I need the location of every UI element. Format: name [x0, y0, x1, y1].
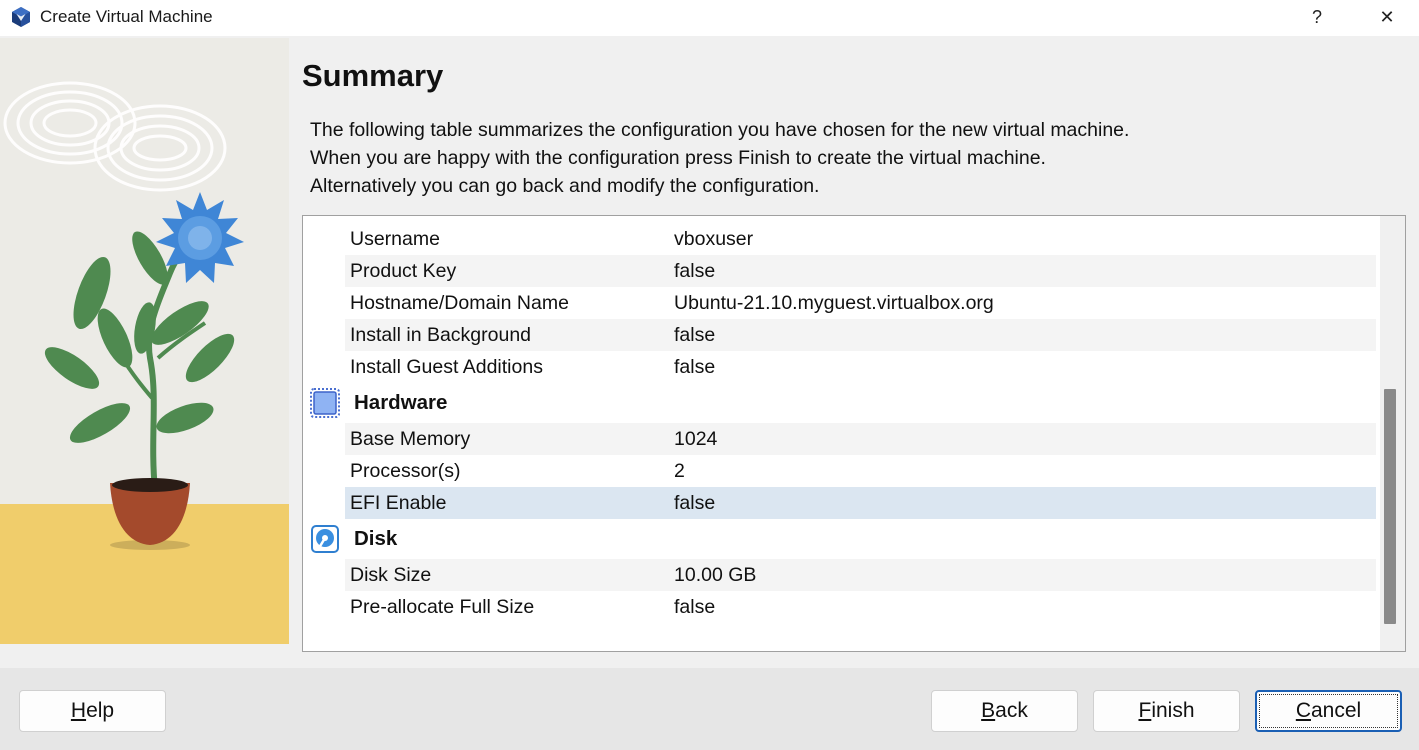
row-value: false: [674, 596, 716, 618]
row-key: Processor(s): [350, 460, 461, 482]
row-key: Hostname/Domain Name: [350, 292, 569, 314]
description-line: When you are happy with the configuratio…: [310, 147, 1046, 169]
description-line: The following table summarizes the confi…: [310, 119, 1130, 141]
row-value: false: [674, 492, 716, 514]
row-key: Install in Background: [350, 324, 532, 346]
hard-disk-icon: [311, 525, 339, 553]
finish-button[interactable]: Finish: [1093, 690, 1240, 732]
chip-icon: [310, 388, 340, 418]
table-row[interactable]: Product Key false: [345, 255, 1376, 287]
button-label-rest: inish: [1151, 699, 1195, 722]
row-key: Pre-allocate Full Size: [350, 596, 535, 618]
table-row[interactable]: Install Guest Additions false: [345, 351, 1376, 383]
back-button[interactable]: Back: [931, 690, 1078, 732]
row-value: false: [674, 356, 716, 378]
section-hardware[interactable]: Hardware: [303, 383, 1376, 423]
wizard-banner-image: [0, 38, 289, 644]
row-value: 2: [674, 460, 685, 482]
title-bar: Create Virtual Machine ? ✕: [0, 0, 1419, 36]
table-row[interactable]: Processor(s) 2: [345, 455, 1376, 487]
table-row[interactable]: Install in Background false: [345, 319, 1376, 351]
scrollbar-thumb[interactable]: [1384, 389, 1396, 624]
section-label: Hardware: [354, 391, 448, 414]
table-row[interactable]: Disk Size 10.00 GB: [345, 559, 1376, 591]
button-label-rest: ancel: [1310, 699, 1362, 722]
context-help-button[interactable]: ?: [1292, 0, 1342, 34]
section-disk[interactable]: Disk: [303, 519, 1376, 559]
mnemonic-letter: C: [1295, 699, 1311, 722]
table-row-selected[interactable]: EFI Enable false: [345, 487, 1376, 519]
row-key: Disk Size: [350, 564, 432, 586]
vertical-scrollbar[interactable]: [1380, 216, 1405, 651]
row-value: vboxuser: [674, 228, 754, 250]
description-line: Alternatively you can go back and modify…: [310, 175, 820, 197]
row-key: Product Key: [350, 260, 457, 282]
page-title: Summary: [302, 58, 444, 93]
mnemonic-letter: F: [1138, 699, 1152, 722]
cancel-button[interactable]: Cancel: [1255, 690, 1402, 732]
row-key: Username: [350, 228, 440, 250]
button-label-rest: elp: [86, 699, 115, 722]
row-value: false: [674, 324, 716, 346]
table-row[interactable]: Hostname/Domain Name Ubuntu-21.10.mygues…: [345, 287, 1376, 319]
summary-description: The following table summarizes the confi…: [310, 116, 1390, 200]
potted-flower-illustration: [0, 38, 289, 644]
help-button[interactable]: Help: [19, 690, 166, 732]
row-key: Install Guest Additions: [350, 356, 543, 378]
mnemonic-letter: B: [981, 699, 996, 722]
table-row[interactable]: Pre-allocate Full Size false: [345, 591, 1376, 623]
row-key: EFI Enable: [350, 492, 447, 514]
close-window-button[interactable]: ✕: [1362, 0, 1412, 34]
section-label: Disk: [354, 527, 398, 550]
row-value: false: [674, 260, 716, 282]
virtualbox-logo-icon: [12, 7, 30, 27]
row-value: Ubuntu-21.10.myguest.virtualbox.org: [674, 292, 994, 314]
row-value: 1024: [674, 428, 718, 450]
table-row[interactable]: Base Memory 1024: [345, 423, 1376, 455]
button-label-rest: ack: [995, 699, 1028, 722]
row-value: 10.00 GB: [674, 564, 757, 586]
window-title: Create Virtual Machine: [40, 7, 213, 26]
mnemonic-letter: H: [70, 699, 87, 722]
summary-table[interactable]: Username vboxuser Product Key false Host…: [302, 215, 1406, 652]
row-key: Base Memory: [350, 428, 471, 450]
table-row[interactable]: Username vboxuser: [345, 223, 1376, 255]
